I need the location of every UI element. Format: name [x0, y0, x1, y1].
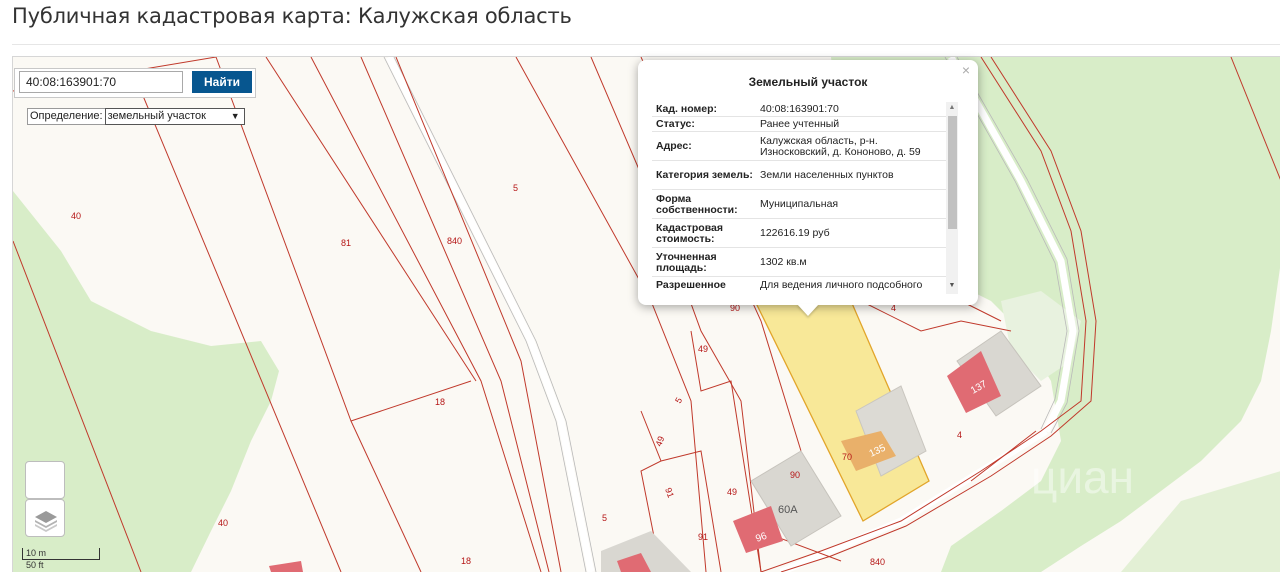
row-key: Категория земель:: [656, 169, 753, 181]
parcel-label: 91: [663, 486, 676, 499]
popup-row: Категория земель: Земли населенных пункт…: [652, 161, 946, 190]
parcel-label: 81: [341, 238, 351, 248]
popup-row: Разрешенное Для ведения личного подсобно…: [652, 277, 946, 293]
cadastral-search-input[interactable]: [19, 71, 183, 93]
popup-table: Кад. номер: 40:08:163901:70 Статус: Ране…: [652, 102, 946, 294]
building-label: 60А: [778, 504, 798, 516]
layers-icon: [35, 511, 57, 532]
scroll-up-arrow-icon[interactable]: ▲: [946, 102, 958, 114]
row-key: Уточненная площадь:: [656, 250, 717, 274]
popup-title: Земельный участок: [748, 75, 868, 89]
parcel-label: 840: [447, 236, 462, 246]
buildings: [269, 330, 1042, 572]
row-value: Калужская область, р-н. Износковский, д.…: [760, 134, 921, 158]
row-key: Кад. номер:: [656, 103, 718, 115]
row-value: Ранее учтенный: [760, 118, 840, 130]
search-button[interactable]: Найти: [192, 71, 252, 93]
page-title: Публичная кадастровая карта: Калужская о…: [12, 4, 572, 28]
row-key: Адрес:: [656, 140, 692, 152]
parcel-label: 49: [698, 344, 708, 354]
scale-imperial: 50 ft: [26, 560, 44, 570]
popup-row: Форма собственности: Муниципальная: [652, 190, 946, 219]
parcel-info-popup: Земельный участок × Кад. номер: 40:08:16…: [638, 60, 978, 305]
popup-pointer: [797, 304, 819, 316]
chevron-down-icon: ▼: [230, 111, 240, 121]
popup-scrollbar-thumb[interactable]: [948, 116, 957, 229]
parcel-label: 5: [602, 513, 607, 523]
parcel-label: 90: [790, 470, 800, 480]
scale-metric: 10 m: [26, 548, 47, 558]
parcel-label: 40: [71, 211, 81, 221]
row-key: Статус:: [656, 118, 695, 130]
close-icon[interactable]: ×: [962, 62, 970, 78]
watermark-text: циан: [1031, 451, 1134, 503]
parcel-label: 40: [218, 518, 228, 528]
parcel-label: 5: [513, 183, 518, 193]
row-key: Кадастровая стоимость:: [656, 221, 723, 245]
parcel-label: 4: [957, 430, 962, 440]
definition-select[interactable]: земельный участок ▼: [104, 108, 245, 125]
row-value: 40:08:163901:70: [760, 103, 839, 115]
definition-selected-value: земельный участок: [107, 110, 206, 122]
row-key: Разрешенное: [656, 279, 726, 291]
layers-button[interactable]: [25, 499, 65, 537]
title-divider: [12, 44, 1280, 45]
row-key: Форма собственности:: [656, 192, 738, 216]
parcel-label: 840: [870, 557, 885, 567]
row-value: Для ведения личного подсобного: [760, 279, 923, 291]
parcel-label: 91: [698, 532, 708, 542]
popup-row: Кадастровая стоимость: 122616.19 руб: [652, 219, 946, 248]
popup-row: Уточненная площадь: 1302 кв.м: [652, 248, 946, 277]
popup-row: Статус: Ранее учтенный: [652, 117, 946, 132]
parcel-label: 49: [727, 487, 737, 497]
parcel-label: 18: [461, 556, 471, 566]
parcel-label: 49: [653, 435, 666, 448]
row-value: 1302 кв.м: [760, 256, 807, 268]
scroll-down-arrow-icon[interactable]: ▼: [946, 280, 958, 292]
parcel-label: 70: [842, 452, 852, 462]
row-value: Муниципальная: [760, 198, 839, 210]
definition-label: Определение:: [27, 108, 105, 125]
blank-control-button[interactable]: [25, 461, 65, 499]
definition-row: Определение: земельный участок ▼: [27, 108, 245, 125]
row-value: 122616.19 руб: [760, 227, 830, 239]
row-value: Земли населенных пунктов: [760, 169, 894, 181]
popup-row: Кад. номер: 40:08:163901:70: [652, 102, 946, 117]
parcel-label: 5: [673, 396, 684, 405]
popup-row: Адрес: Калужская область, р-н. Износковс…: [652, 132, 946, 161]
parcel-label: 18: [435, 397, 445, 407]
